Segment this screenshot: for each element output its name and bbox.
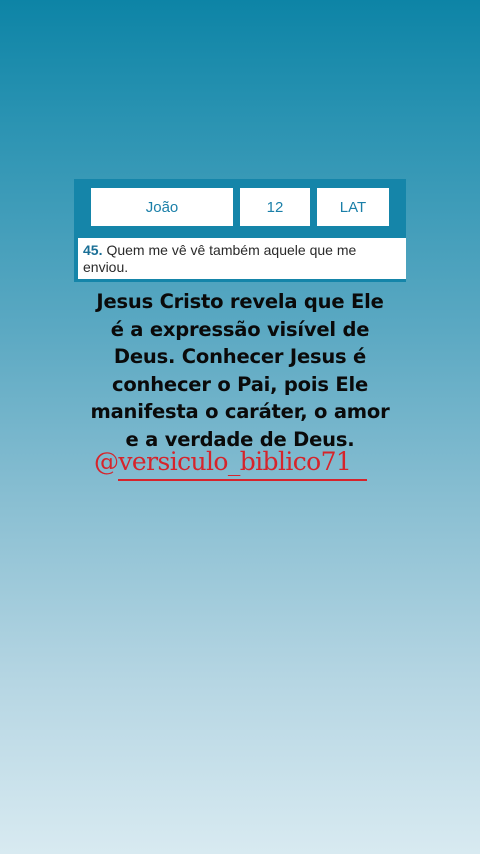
- devotional-message: Jesus Cristo revela que Ele é a expressã…: [60, 288, 420, 453]
- verse-selector-bar: João 12 LAT: [74, 179, 406, 237]
- message-line: Jesus Cristo revela que Ele: [96, 290, 384, 313]
- verse-text: Quem me vê vê também aquele que me envio…: [83, 242, 357, 275]
- handle-underline: [118, 479, 367, 481]
- message-line: é a expressão visível de: [110, 317, 370, 341]
- message-line: Deus. Conhecer Jesus é: [113, 345, 367, 368]
- verse-number: 45.: [83, 242, 103, 258]
- message-line: conhecer o Pai, pois Ele: [112, 372, 368, 396]
- chapter-selector-button[interactable]: 12: [240, 188, 310, 226]
- social-handle: @versiculo_biblico71: [94, 447, 352, 476]
- version-selector-button[interactable]: LAT: [317, 188, 389, 226]
- book-selector-button[interactable]: João: [91, 188, 233, 226]
- verse-text-box: 45. Quem me vê vê também aquele que me en…: [78, 238, 406, 279]
- message-line: manifesta o caráter, o amor: [90, 400, 390, 423]
- bible-verse-card: João 12 LAT 45. Quem me vê vê também aque…: [74, 179, 406, 282]
